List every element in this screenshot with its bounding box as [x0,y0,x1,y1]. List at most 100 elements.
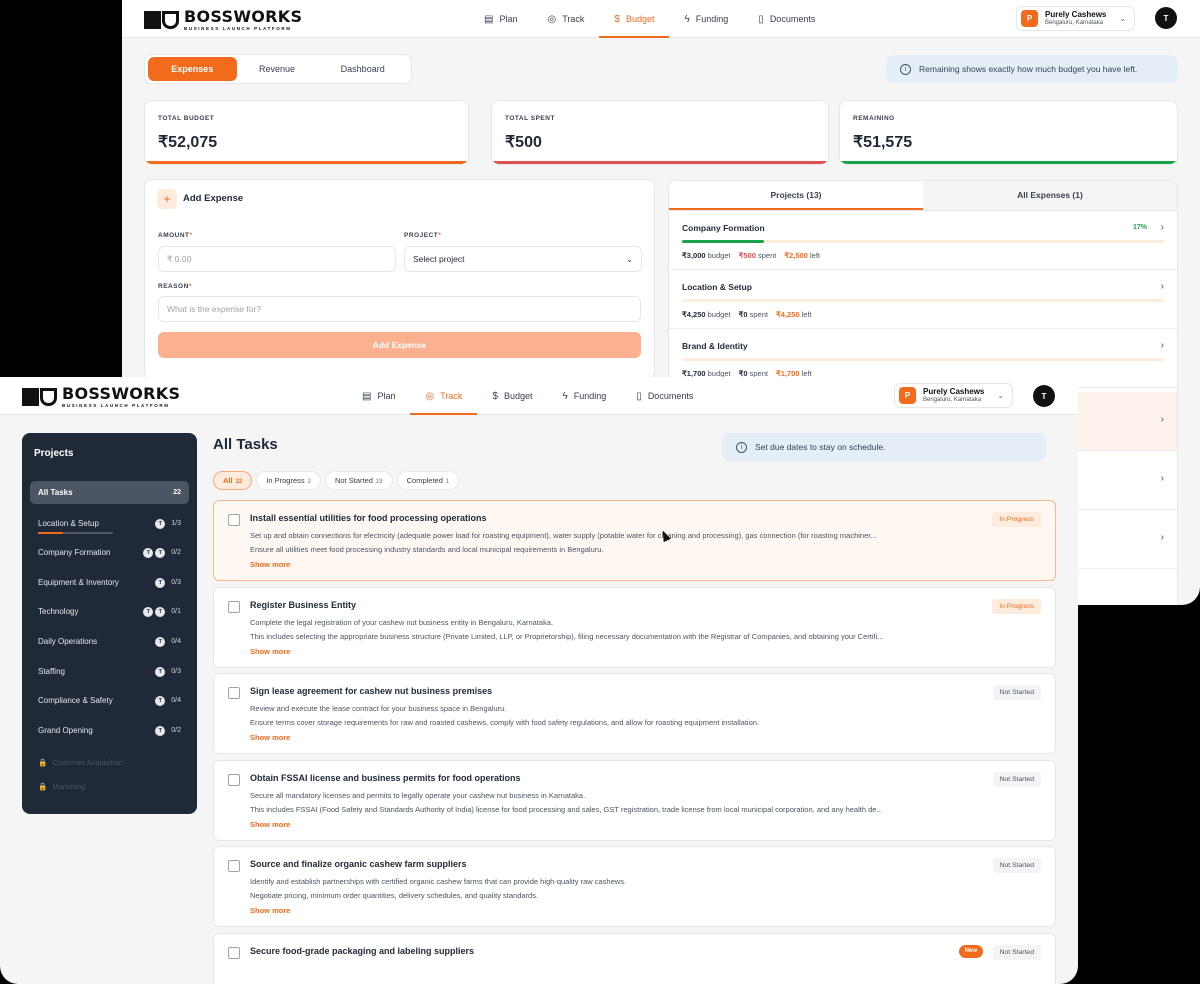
brand-name: BOSSWORKS [184,7,303,26]
nav-track[interactable]: ◎ Track [410,377,478,415]
sidebar-item-count: 0/4 [171,638,181,645]
nav-plan[interactable]: ▤ Plan [347,377,410,415]
sidebar-item-daily-operations[interactable]: Daily Operations T 0/4 [30,630,189,653]
show-more-link[interactable]: Show more [250,647,290,656]
assignee-avatar: T [155,695,166,706]
add-expense-button[interactable]: Add Expense [158,332,641,358]
project-row[interactable]: Company Formation 17% › ₹3,000 budget ₹500 s… [669,211,1177,270]
task-checkbox[interactable] [228,947,240,959]
nav-budget[interactable]: $ Budget [599,0,670,38]
task-description: Set up and obtain connections for electr… [250,531,877,540]
project-label: PROJECT* [404,232,442,239]
show-more-link[interactable]: Show more [250,733,290,742]
tab-dashboard[interactable]: Dashboard [317,57,408,81]
dollar-icon: $ [492,390,498,402]
dollar-icon: $ [614,13,620,25]
chevron-right-icon: › [1160,532,1164,543]
nav-plan[interactable]: ▤ Plan [469,0,532,38]
show-more-link[interactable]: Show more [250,820,290,829]
task-card[interactable]: Source and finalize organic cashew farm … [213,846,1056,928]
chevron-right-icon: › [1160,414,1164,425]
sidebar-item-grand-opening[interactable]: Grand Opening T 0/2 [30,719,189,742]
assignee-avatar: T [155,606,166,617]
reason-input[interactable]: What is the expense for? [158,296,641,322]
assignee-avatar: T [155,636,166,647]
task-filters: All 22 In Progress 2 Not Started 19 Completed 1 [213,471,460,490]
brand-logo[interactable]: BOSSWORKS BUSINESS LAUNCH PLATFORM [22,386,180,409]
task-title: Secure food-grade packaging and labeling… [250,946,475,956]
tab-expenses[interactable]: Expenses [148,57,237,81]
task-card[interactable]: Install essential utilities for food pro… [213,500,1056,581]
user-avatar[interactable]: T [1033,385,1055,407]
task-card[interactable]: Register Business Entity Complete the leg… [213,586,1056,668]
tab-projects[interactable]: Projects (13) [669,181,923,210]
task-checkbox[interactable] [228,600,240,613]
amount-input[interactable]: ₹ 0.00 [158,246,396,272]
sidebar-item-count: 22 [173,489,181,496]
tab-revenue[interactable]: Revenue [237,57,318,81]
show-more-link[interactable]: Show more [250,906,290,915]
nav-funding[interactable]: ϟ Funding [547,377,621,415]
assignee-avatar: T [155,577,166,588]
task-checkbox[interactable] [228,687,240,700]
assignee-avatar: T [143,547,154,558]
user-avatar[interactable]: T [1155,7,1177,29]
sidebar-item-marketing: 🔒 Marketing [38,782,86,791]
track-window: BOSSWORKS BUSINESS LAUNCH PLATFORM ▤ Plan… [0,377,1078,984]
bolt-icon: ϟ [684,13,690,25]
brand-logo[interactable]: BOSSWORKS BUSINESS LAUNCH PLATFORM [144,9,302,32]
status-badge: Not Started [992,858,1041,874]
task-card[interactable]: Obtain FSSAI license and business permit… [213,759,1056,841]
sidebar-item-company-formation[interactable]: Company Formation T T 0/2 [30,541,189,564]
company-switcher[interactable]: P Purely Cashews Bengaluru, Karnataka ⌄ [1016,6,1136,31]
nav-budget[interactable]: $ Budget [477,377,547,415]
task-title: Obtain FSSAI license and business permit… [250,772,521,783]
nav-documents[interactable]: ▯ Documents [743,0,830,38]
sidebar-item-count: 0/2 [171,549,181,556]
task-description: Secure all mandatory licenses and permit… [250,790,586,800]
filter-all[interactable]: All 22 [213,471,253,490]
sidebar-item-equipment-inventory[interactable]: Equipment & Inventory T 0/3 [30,571,189,594]
task-card[interactable]: Sign lease agreement for cashew nut busi… [213,673,1056,755]
chevron-right-icon: › [1160,473,1164,484]
nav-documents[interactable]: ▯ Documents [621,377,708,415]
kpi-value: ₹52,075 [158,134,218,151]
new-badge: New [958,945,983,958]
sidebar-item-count: 1/3 [171,520,181,527]
filter-not-started[interactable]: Not Started 19 [324,471,393,490]
company-initial-badge: P [1021,10,1038,27]
sidebar-item-all-tasks[interactable]: All Tasks 22 [30,481,189,504]
nav-track[interactable]: ◎ Track [532,0,599,38]
document-icon: ▯ [758,13,764,25]
tab-all-expenses[interactable]: All Expenses (1) [923,181,1177,210]
lock-icon: 🔒 [38,782,48,791]
nav-funding[interactable]: ϟ Funding [669,0,743,38]
nav-label: Budget [625,14,655,24]
project-select[interactable]: Select project ⌄ [404,246,642,272]
status-badge: In Progress [992,512,1041,527]
show-more-link[interactable]: Show more [250,560,290,569]
sidebar-title: Projects [34,448,74,459]
clipboard-icon: ▤ [484,13,494,25]
task-checkbox[interactable] [228,514,240,526]
kpi-accent-bar [492,161,828,164]
sidebar-item-count: 0/3 [171,579,181,586]
task-card[interactable]: Secure food-grade packaging and labeling… [213,933,1056,984]
sidebar-item-staffing[interactable]: Staffing T 0/3 [30,660,189,683]
nav-label: Plan [499,14,518,24]
filter-in-progress[interactable]: In Progress 2 [256,471,321,490]
sidebar-item-label: Compliance & Safety [38,696,113,705]
add-expense-title: Add Expense [183,193,244,204]
project-row[interactable]: Location & Setup › ₹4,250 budget ₹0 spent ₹4… [669,270,1177,329]
assignee-avatar: T [143,606,154,617]
filter-completed[interactable]: Completed 1 [396,471,460,490]
company-switcher[interactable]: P Purely Cashews Bengaluru, Karnataka ⌄ [894,383,1014,408]
budget-info-banner: i Remaining shows exactly how much budge… [886,55,1178,83]
assignee-avatar: T [155,725,166,736]
sidebar-item-compliance-safety[interactable]: Compliance & Safety T 0/4 [30,689,189,712]
budget-info-text: Remaining shows exactly how much budget … [919,64,1138,74]
bolt-icon: ϟ [562,390,568,402]
sidebar-item-technology[interactable]: Technology T T 0/1 [30,600,189,623]
task-checkbox[interactable] [228,773,240,786]
task-checkbox[interactable] [228,860,240,873]
